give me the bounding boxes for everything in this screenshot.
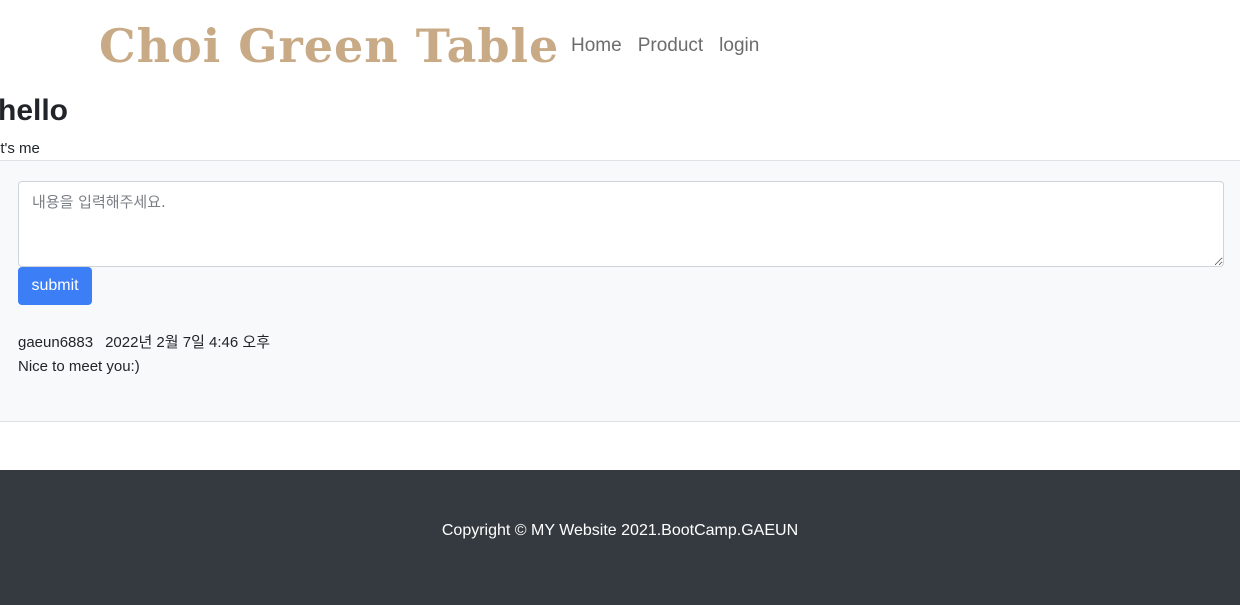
page-heading: hello <box>0 94 69 127</box>
navbar: Choi Green Table Home Product login <box>0 0 1240 92</box>
nav-link-home[interactable]: Home <box>571 33 622 59</box>
comment-input[interactable] <box>18 181 1224 267</box>
brand-logo[interactable]: Choi Green Table <box>99 14 559 78</box>
nav-link-product[interactable]: Product <box>638 33 703 59</box>
page-subheading: it's me <box>0 140 40 157</box>
comment-meta: gaeun6883 2022년 2월 7일 4:46 오후 <box>18 331 270 355</box>
comment-item: gaeun6883 2022년 2월 7일 4:46 오후 Nice to mee… <box>18 331 270 379</box>
footer: Copyright © MY Website 2021.BootCamp.GAE… <box>0 470 1240 605</box>
comment-datetime: 2022년 2월 7일 4:46 오후 <box>105 334 271 351</box>
comment-author: gaeun6883 <box>18 334 94 351</box>
nav-link-login[interactable]: login <box>719 33 759 59</box>
comment-section: submit gaeun6883 2022년 2월 7일 4:46 오후 Nice… <box>0 160 1240 422</box>
copyright-text: Copyright © MY Website 2021.BootCamp.GAE… <box>441 522 799 539</box>
nav-links: Home Product login <box>571 33 759 59</box>
comment-text: Nice to meet you:) <box>18 358 140 375</box>
submit-button[interactable]: submit <box>18 267 92 305</box>
